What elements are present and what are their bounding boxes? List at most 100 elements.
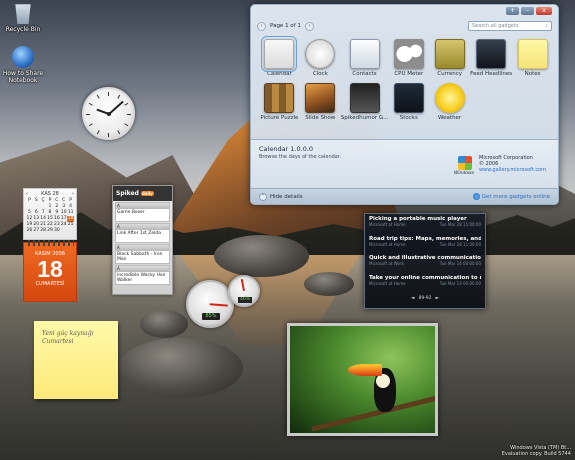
calendar-month-view[interactable]: ‹ KAS 28 › P S Ç P C C P 1 2 3 4 5 6 7 8 9 10 11 12 13 14 15 1…: [23, 188, 77, 240]
calendar-day-cell[interactable]: 3: [60, 204, 67, 210]
search-icon[interactable]: ⌕: [545, 23, 548, 29]
calendar-day-cell[interactable]: 8: [47, 210, 54, 216]
calendar-day-cell[interactable]: 24: [60, 222, 67, 228]
calendar-icon: [261, 36, 298, 72]
feed-prev-icon[interactable]: ◄: [411, 296, 414, 301]
cpu-needle: [209, 303, 229, 307]
calendar-day-cell: [67, 228, 74, 234]
gadget-tile[interactable]: Picture Puzzle: [259, 83, 300, 121]
gadget-tile[interactable]: Clock: [300, 39, 341, 77]
feed-item-meta: Microsoft at Work Tue Mar 14 00:00:00: [369, 261, 481, 266]
gadget-tile[interactable]: Weather: [429, 83, 470, 121]
clock-tick: [86, 114, 90, 115]
gadget-tile[interactable]: Stocks: [388, 83, 429, 121]
calendar-prev-arrow[interactable]: ‹: [26, 191, 28, 197]
calendar-day-cell[interactable]: 7: [40, 210, 47, 216]
wallpaper-rock: [140, 310, 188, 338]
memory-readout: 46%: [238, 297, 252, 303]
clock-tick: [88, 102, 93, 106]
clock-gadget[interactable]: [82, 87, 135, 140]
os-build-watermark: Windows Vista (TM) Bt... Evaluation copy…: [502, 445, 571, 457]
calendar-weekday: P: [69, 198, 72, 203]
help-icon: [12, 46, 34, 68]
feed-item[interactable]: Road trip tips: Maps, memories, and more…: [369, 236, 481, 256]
spiked-title: Spiked: [116, 190, 139, 197]
feed-item[interactable]: Take your online communication to new...…: [369, 275, 481, 295]
calendar-day-cell[interactable]: 15: [47, 216, 54, 222]
gadget-tile[interactable]: Contacts: [341, 39, 389, 77]
spiked-item[interactable]: A Incredible Wacky Hair Walker: [115, 265, 170, 285]
feed-item[interactable]: Picking a portable music player Microsoft…: [369, 216, 481, 236]
windows-logo-text: Windows: [453, 171, 474, 176]
gadget-tile[interactable]: Notes: [512, 39, 553, 77]
calendar-day-cell[interactable]: 5: [26, 210, 33, 216]
spiked-item[interactable]: A Black Sabbath - Iron Man: [115, 244, 170, 264]
calendar-day-cell[interactable]: 12: [26, 216, 33, 222]
desktop-icon-recycle-bin[interactable]: Recycle Bin: [0, 2, 46, 33]
cpu-meter-icon: [393, 39, 424, 69]
desktop-icon-how-to-share[interactable]: How to Share Notebook: [0, 46, 46, 84]
calendar-day-cell[interactable]: 10: [60, 210, 67, 216]
calendar-day-cell[interactable]: 19: [26, 222, 33, 228]
calendar-day-cell[interactable]: 14: [40, 216, 47, 222]
calendar-day-cell[interactable]: 28: [40, 228, 47, 234]
gadget-tile[interactable]: Calendar: [259, 36, 300, 77]
clock-tick: [117, 130, 121, 135]
calendar-day-cell[interactable]: 2: [53, 204, 60, 210]
gallery-search-input[interactable]: Search all gadgets ⌕: [468, 21, 552, 31]
sticky-note-gadget[interactable]: Yeni güç kaynağı Cumartesi: [34, 321, 118, 399]
calendar-next-arrow[interactable]: ›: [72, 191, 74, 197]
calendar-day-cell[interactable]: 26: [26, 228, 33, 234]
add-button[interactable]: +: [506, 7, 519, 15]
cpu-meter-gadget[interactable]: 85%: [186, 280, 234, 328]
minimize-button[interactable]: –: [521, 7, 534, 15]
calendar-day-cell[interactable]: 18: [67, 216, 74, 222]
spiked-item[interactable]: A Link After 1st Zelda: [115, 223, 170, 243]
calendar-day-cell[interactable]: 20: [33, 222, 40, 228]
spiked-gadget[interactable]: Spiked daily A Game Boxer A Link After 1st …: [112, 185, 173, 295]
calendar-day-cell[interactable]: 27: [33, 228, 40, 234]
calendar-day-cell[interactable]: 22: [47, 222, 54, 228]
feed-item[interactable]: Quick and illustrative communication wi.…: [369, 255, 481, 275]
gadget-details-panel: Calendar 1.0.0.0 Browse the days of the …: [251, 139, 558, 189]
slide-show-gadget[interactable]: [287, 323, 438, 436]
calendar-day-cell[interactable]: 4: [67, 204, 74, 210]
gadget-tile[interactable]: Spikedhumor G...: [341, 83, 388, 121]
memory-meter[interactable]: 46%: [228, 275, 260, 307]
hide-details-button[interactable]: ˄ Hide details: [259, 192, 303, 201]
calendar-day-cell[interactable]: 9: [53, 210, 60, 216]
get-more-gadgets-link[interactable]: Get more gadgets online: [472, 193, 550, 200]
next-page-button[interactable]: ›: [304, 21, 314, 31]
calendar-day-cell[interactable]: 25: [67, 222, 74, 228]
gadget-tile[interactable]: CPU Meter: [388, 39, 429, 77]
feed-pager: ◄ 89-92 ►: [369, 296, 481, 301]
calendar-day-cell[interactable]: 13: [33, 216, 40, 222]
gadget-tile[interactable]: Currency: [429, 39, 470, 77]
close-button[interactable]: x: [536, 7, 552, 15]
calendar-day-cell[interactable]: 11: [67, 210, 74, 216]
feed-item-time: Tue Mar 14 00:00:00: [439, 280, 481, 286]
calendar-day-view[interactable]: KASIM 2006 18 CUMARTESİ: [23, 240, 77, 302]
prev-page-button[interactable]: ‹: [257, 21, 266, 31]
sticky-note-text[interactable]: Yeni güç kaynağı Cumartesi: [42, 330, 110, 346]
feed-item-source: Microsoft at Work: [369, 261, 404, 266]
currency-icon: [434, 39, 465, 69]
gadget-tile[interactable]: Feed Headlines: [470, 39, 512, 77]
spiked-item[interactable]: A Game Boxer: [115, 202, 170, 222]
feed-next-icon[interactable]: ►: [436, 296, 439, 301]
feed-headlines-gadget[interactable]: Picking a portable music player Microsoft…: [364, 213, 486, 309]
gadget-tile[interactable]: Slide Show: [300, 83, 341, 121]
gadget-gallery-window[interactable]: + – x ‹ Page 1 of 1 › Search all gadgets…: [250, 4, 559, 205]
gallery-toolbar: ‹ Page 1 of 1 › Search all gadgets ⌕: [257, 20, 552, 32]
calendar-day-cell[interactable]: 30: [53, 228, 60, 234]
publisher-url[interactable]: www.gallery.microsoft.com: [479, 167, 546, 173]
calendar-day-cell[interactable]: 6: [33, 210, 40, 216]
calendar-day-cell[interactable]: 17: [60, 216, 67, 222]
calendar-day-cell[interactable]: 16: [53, 216, 60, 222]
calendar-day-cell[interactable]: 21: [40, 222, 47, 228]
calendar-day-cell[interactable]: 23: [53, 222, 60, 228]
calendar-day-cell[interactable]: 29: [47, 228, 54, 234]
feed-item-source: Microsoft at Home: [369, 222, 406, 227]
gadget-tile-label: Weather: [438, 115, 462, 121]
calendar-day-cell[interactable]: 1: [47, 204, 54, 210]
